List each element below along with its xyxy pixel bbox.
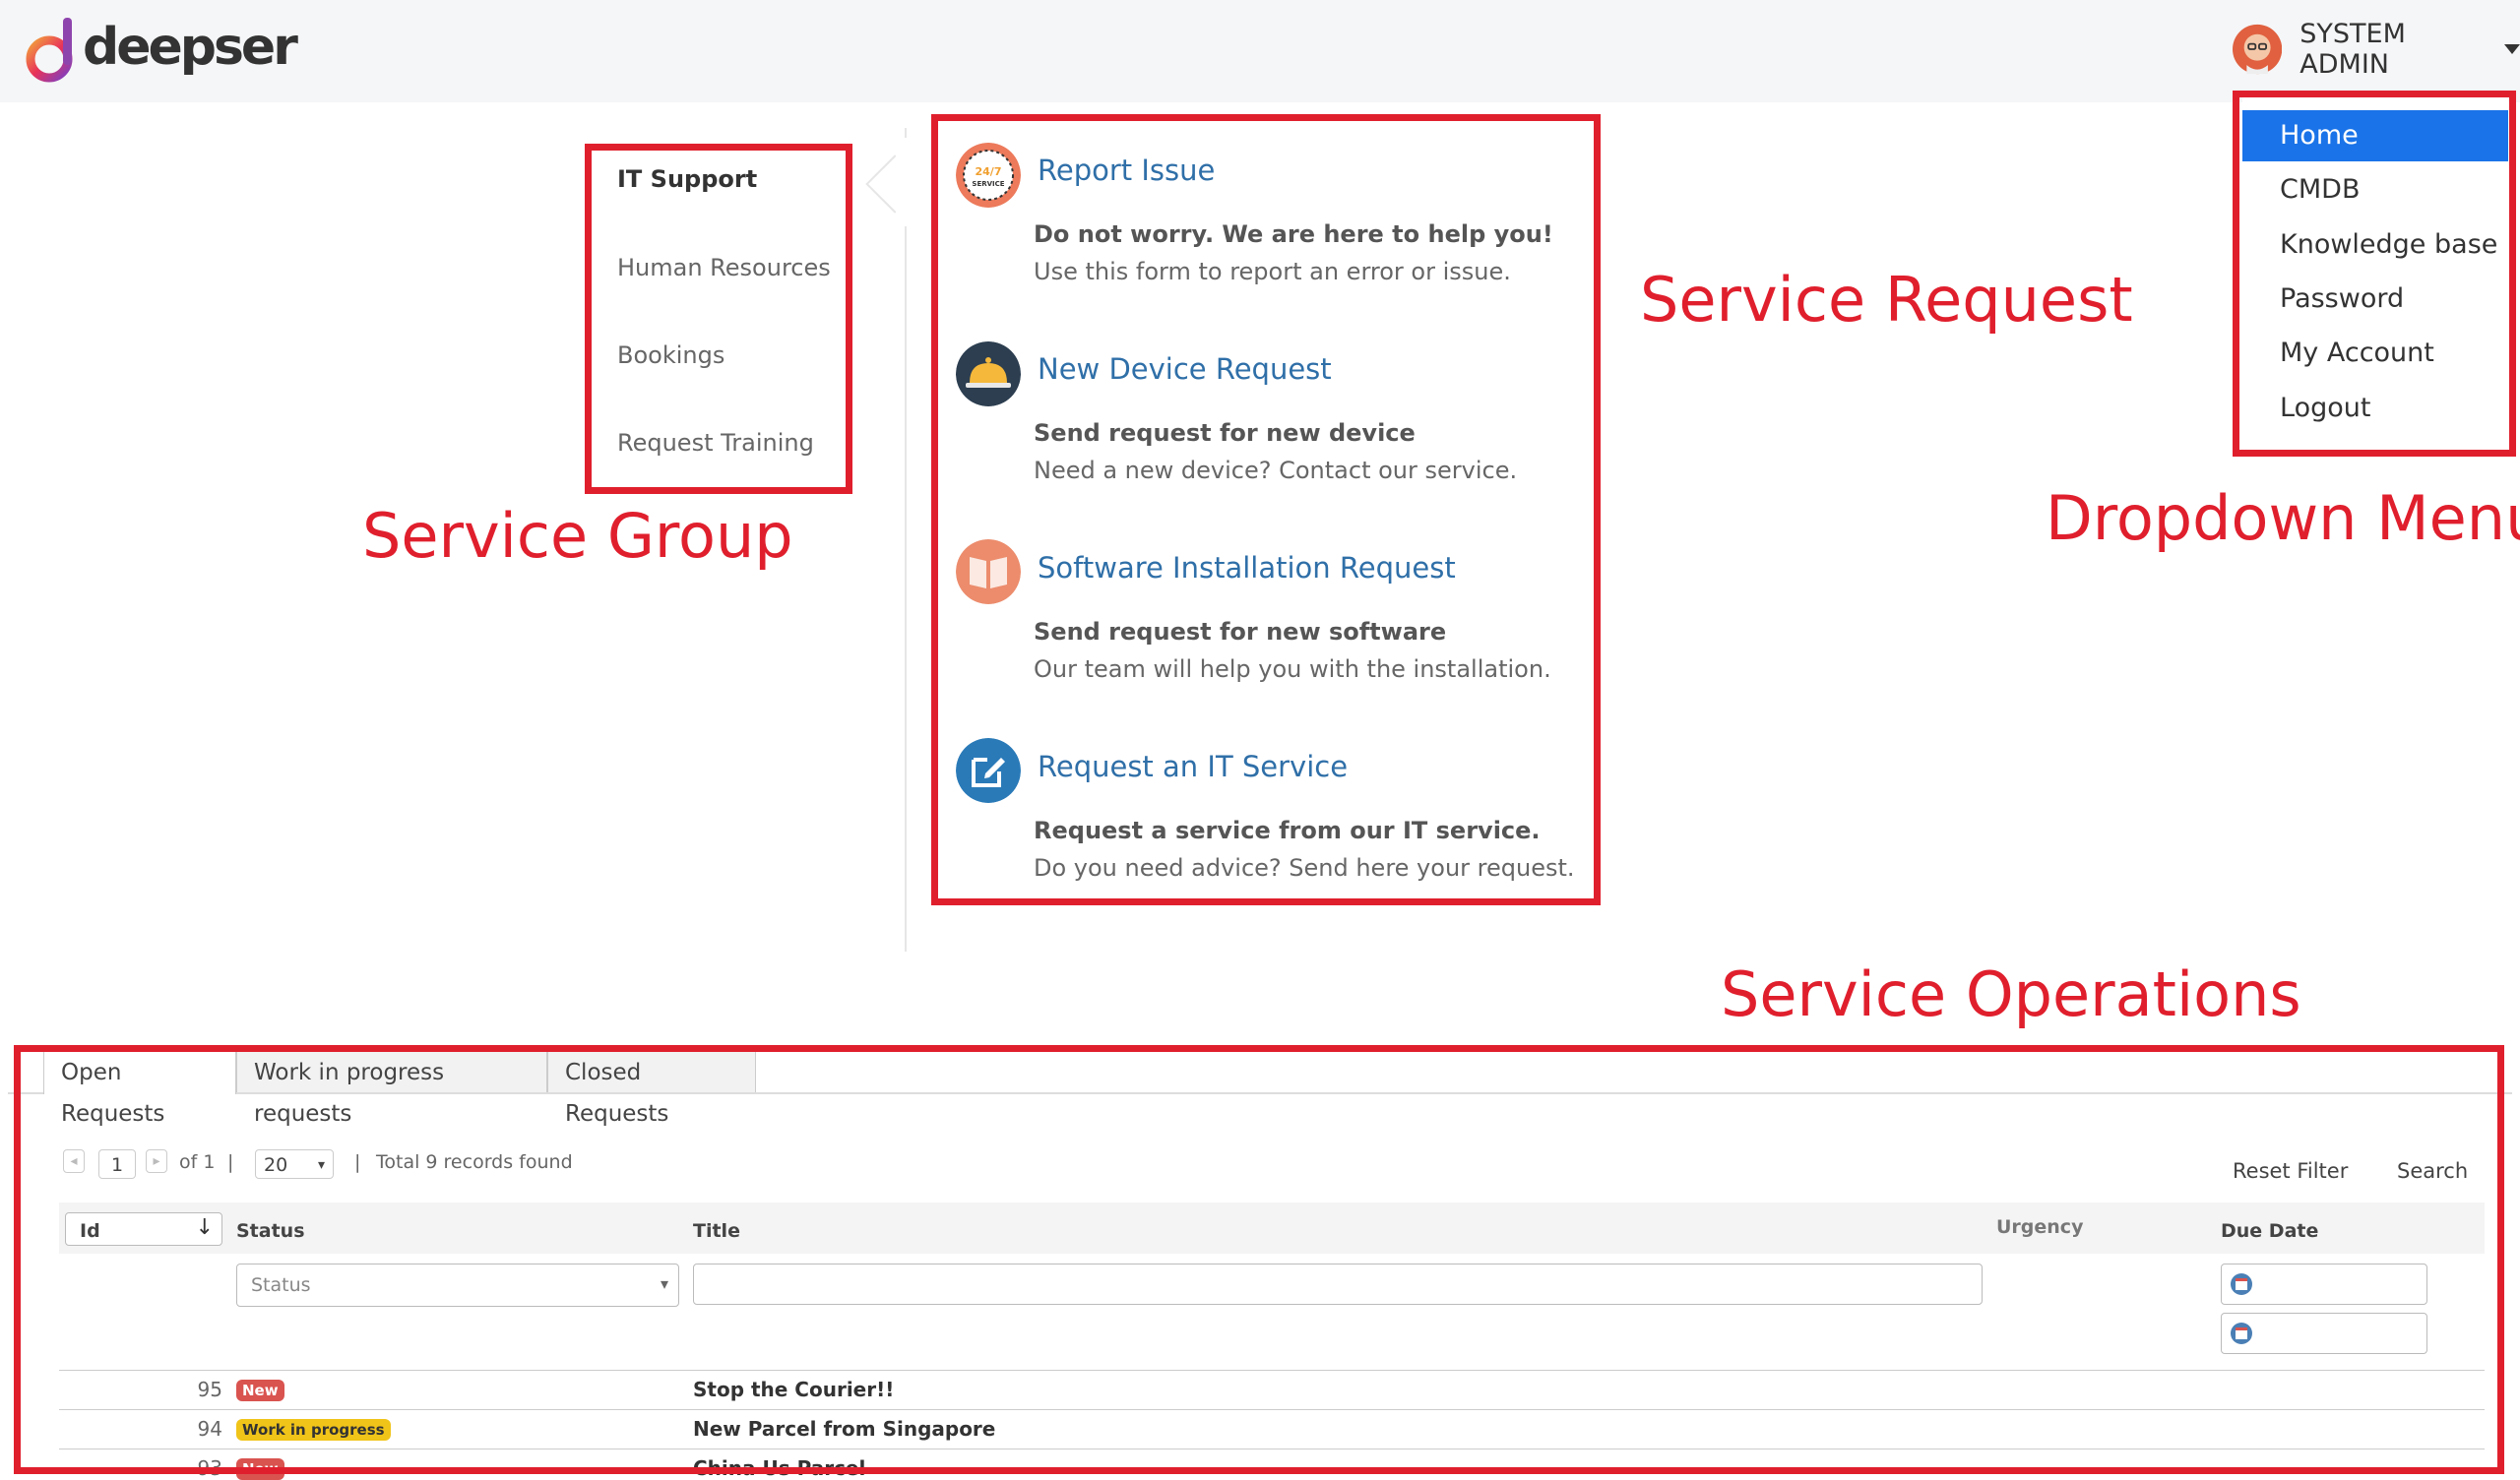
service-operations-annotation: Service Operations (1721, 958, 2301, 1030)
dropdown-menu-annotation: Dropdown Menu (2046, 482, 2520, 554)
service-bell-icon (956, 341, 1021, 406)
user-menu-toggle[interactable]: SYSTEM ADMIN (2233, 19, 2520, 80)
user-name: SYSTEM ADMIN (2300, 19, 2406, 80)
request-it-service-description: Do you need advice? Send here your reque… (1034, 854, 1575, 882)
book-icon (956, 539, 1021, 604)
service-group-bookings[interactable]: Bookings (617, 341, 724, 369)
pointer-mask (905, 138, 934, 226)
edit-icon (956, 738, 1021, 803)
software-installation-description: Our team will help you with the installa… (1034, 655, 1551, 683)
service-request-annotation: Service Request (1640, 264, 2133, 336)
software-installation-request-link[interactable]: Software Installation Request (1038, 551, 1456, 585)
logo-text: deepser (83, 18, 298, 77)
service-group-annotation: Service Group (362, 500, 793, 572)
service-operations-highlight (14, 1045, 2504, 1474)
software-installation-subtitle: Send request for new software (1034, 618, 1447, 646)
avatar (2233, 24, 2283, 75)
svg-text:24/7: 24/7 (976, 165, 1002, 178)
top-header (0, 0, 2520, 102)
service-group-human-resources[interactable]: Human Resources (617, 254, 831, 281)
report-issue-link[interactable]: Report Issue (1038, 154, 1215, 187)
svg-text:SERVICE: SERVICE (972, 180, 1004, 188)
request-it-service-link[interactable]: Request an IT Service (1038, 750, 1348, 783)
vertical-divider (905, 128, 907, 952)
service-group-it-support[interactable]: IT Support (617, 165, 757, 193)
service-24-7-icon: 24/7 SERVICE (956, 143, 1021, 208)
new-device-request-description: Need a new device? Contact our service. (1034, 457, 1518, 484)
chevron-down-icon (2504, 44, 2520, 54)
service-group-request-training[interactable]: Request Training (617, 429, 814, 457)
report-issue-description: Use this form to report an error or issu… (1034, 258, 1511, 285)
dropdown-menu-highlight (2233, 91, 2516, 457)
new-device-request-link[interactable]: New Device Request (1038, 352, 1332, 386)
request-it-service-subtitle: Request a service from our IT service. (1034, 817, 1541, 844)
new-device-request-subtitle: Send request for new device (1034, 419, 1416, 447)
report-issue-subtitle: Do not worry. We are here to help you! (1034, 220, 1553, 248)
